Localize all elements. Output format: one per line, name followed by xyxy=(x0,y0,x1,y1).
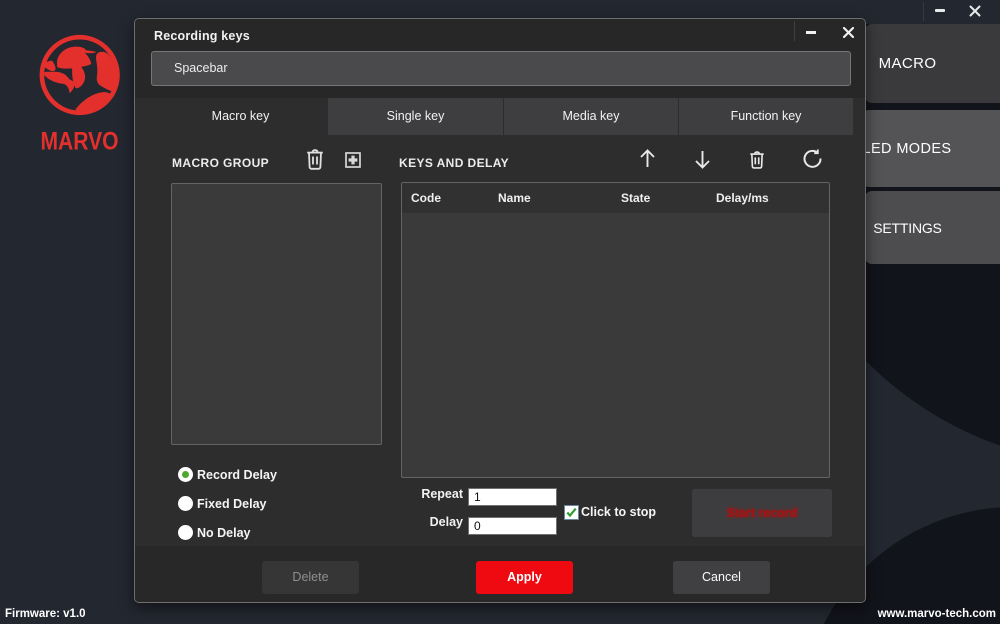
svg-text:MARVO: MARVO xyxy=(41,128,119,156)
